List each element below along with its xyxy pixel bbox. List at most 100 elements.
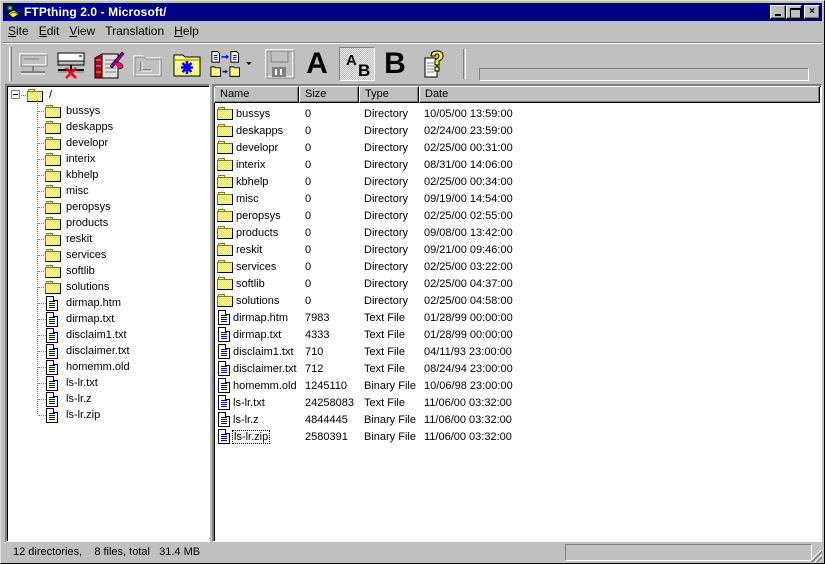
cell-date: 02/24/00 23:59:00 [424,124,513,137]
cell-size: 0 [305,192,312,205]
tree-item[interactable]: developr [45,135,108,151]
list-row[interactable]: reskit 0 Directory 09/21/00 09:46:00 [214,241,820,258]
save-button[interactable] [261,47,297,81]
cell-type: Text File [364,345,405,358]
menu-view[interactable]: View [64,22,100,41]
cell-type: Text File [364,396,405,409]
menu-translation[interactable]: Translation [100,22,169,41]
tree-item-label: reskit [66,233,93,245]
disconnect-button[interactable] [53,47,89,81]
cell-type: Directory [364,124,409,137]
tree-item[interactable]: interix [45,151,95,167]
tree-item[interactable]: disclaimer.txt [45,343,130,359]
tree-item[interactable]: reskit [45,231,92,247]
folder-icon [45,152,61,166]
text-file-icon [46,391,58,407]
text-file-icon [46,359,58,375]
tree-item[interactable]: peropsys [45,199,111,215]
list-row[interactable]: peropsys 0 Directory 02/25/00 02:55:00 [214,207,820,224]
menu-bar: Site Edit View Translation Help [3,22,822,41]
menu-help[interactable]: Help [169,22,204,41]
tree-item[interactable]: dirmap.txt [45,311,114,327]
transfer-button[interactable] [206,47,252,81]
cell-name: solutions [214,294,299,307]
binary-mode-button[interactable]: B [377,47,413,81]
new-folder-button[interactable] [169,47,205,81]
tree-item[interactable]: services [45,247,106,263]
tree-item[interactable]: ls-lr.txt [45,375,98,391]
cell-size: 0 [305,294,312,307]
ftpthing-app-icon[interactable] [5,4,21,20]
tree-item[interactable]: bussys [45,103,100,119]
list-row[interactable]: services 0 Directory 02/25/00 03:22:00 [214,258,820,275]
site-manager-button[interactable] [91,47,127,81]
list-row[interactable]: bussys 0 Directory 10/05/00 13:59:00 [214,105,820,122]
folder-icon [45,104,61,118]
tree-item[interactable]: ls-lr.zip [45,407,100,423]
list-row[interactable]: deskapps 0 Directory 02/24/00 23:59:00 [214,122,820,139]
auto-mode-button[interactable]: A B [339,47,375,81]
list-row[interactable]: ls-lr.txt 24258083 Text File 11/06/00 03:32… [214,394,820,411]
dropdown-arrow-icon[interactable] [246,62,252,66]
parent-folder-button[interactable] [129,47,165,81]
list-row[interactable]: ls-lr.z 4844445 Binary File 11/06/00 03:32:… [214,411,820,428]
list-row[interactable]: homemm.old 1245110 Binary File 10/06/98 23:… [214,377,820,394]
column-header-size[interactable]: Size [299,86,359,103]
cell-type: Directory [364,277,409,290]
tree-item[interactable]: ls-lr.z [45,391,92,407]
file-name: reskit [236,243,263,256]
cell-date: 02/25/00 03:22:00 [424,260,513,273]
list-row[interactable]: misc 0 Directory 09/19/00 14:54:00 [214,190,820,207]
tree-item[interactable]: deskapps [45,119,113,135]
maximize-button[interactable] [786,5,802,19]
tree-item[interactable]: dirmap.htm [45,295,121,311]
tree-item[interactable]: disclaim1.txt [45,327,127,343]
list-row[interactable]: ls-lr.zip 2580391 Binary File 11/06/00 03:3… [214,428,820,445]
list-row[interactable]: kbhelp 0 Directory 02/25/00 00:34:00 [214,173,820,190]
folder-tree[interactable]: / bussys deskapps developr interix kbhelp misc… [5,84,210,542]
cell-name: services [214,260,299,273]
tree-item[interactable]: solutions [45,279,109,295]
cell-size: 710 [305,345,324,358]
cell-name: deskapps [214,124,299,137]
cell-type: Text File [364,311,405,324]
column-header-date[interactable]: Date [419,86,820,103]
help-button[interactable] [417,47,453,81]
list-row[interactable]: solutions 0 Directory 02/25/00 04:58:00 [214,292,820,309]
tree-item-label: dirmap.txt [66,313,115,325]
open-folder-icon [27,88,43,102]
tree-item[interactable]: misc [45,183,89,199]
toolbar-grip[interactable] [9,47,12,81]
file-name: homemm.old [233,379,297,392]
tree-item[interactable]: kbhelp [45,167,98,183]
column-header-name[interactable]: Name [214,86,299,103]
tree-item[interactable]: homemm.old [45,359,130,375]
ascii-mode-button[interactable]: A [299,47,335,81]
list-row[interactable]: developr 0 Directory 02/25/00 00:31:00 [214,139,820,156]
list-row[interactable]: dirmap.htm 7983 Text File 01/28/99 00:00:00 [214,309,820,326]
minimize-button[interactable] [770,5,786,19]
cell-date: 02/25/00 00:31:00 [424,141,513,154]
close-button[interactable]: × [804,5,820,19]
resize-grip[interactable] [810,550,822,562]
list-row[interactable]: interix 0 Directory 08/31/00 14:06:00 [214,156,820,173]
tree-item-label: deskapps [66,121,114,133]
tree-item[interactable]: products [45,215,108,231]
list-row[interactable]: products 0 Directory 09/08/00 13:42:00 [214,224,820,241]
list-row[interactable]: disclaimer.txt 712 Text File 08/24/94 23:00… [214,360,820,377]
file-name: products [236,226,279,239]
cell-name: dirmap.txt [214,327,299,342]
list-row[interactable]: softlib 0 Directory 02/25/00 04:37:00 [214,275,820,292]
connect-button[interactable] [15,47,51,81]
list-row[interactable]: disclaim1.txt 710 Text File 04/11/93 23:00:… [214,343,820,360]
list-row[interactable]: dirmap.txt 4333 Text File 01/28/99 00:00:00 [214,326,820,343]
tree-root[interactable]: / [9,87,52,103]
file-list[interactable]: Name Size Type Date bussys 0 Directory 10/0… [212,84,822,542]
column-header-type[interactable]: Type [359,86,419,103]
menu-edit[interactable]: Edit [34,22,65,41]
text-file-icon [218,378,230,393]
menu-site[interactable]: Site [3,22,34,41]
folder-icon [217,209,233,222]
tree-item[interactable]: softlib [45,263,95,279]
cell-date: 04/11/93 23:00:00 [424,345,512,358]
